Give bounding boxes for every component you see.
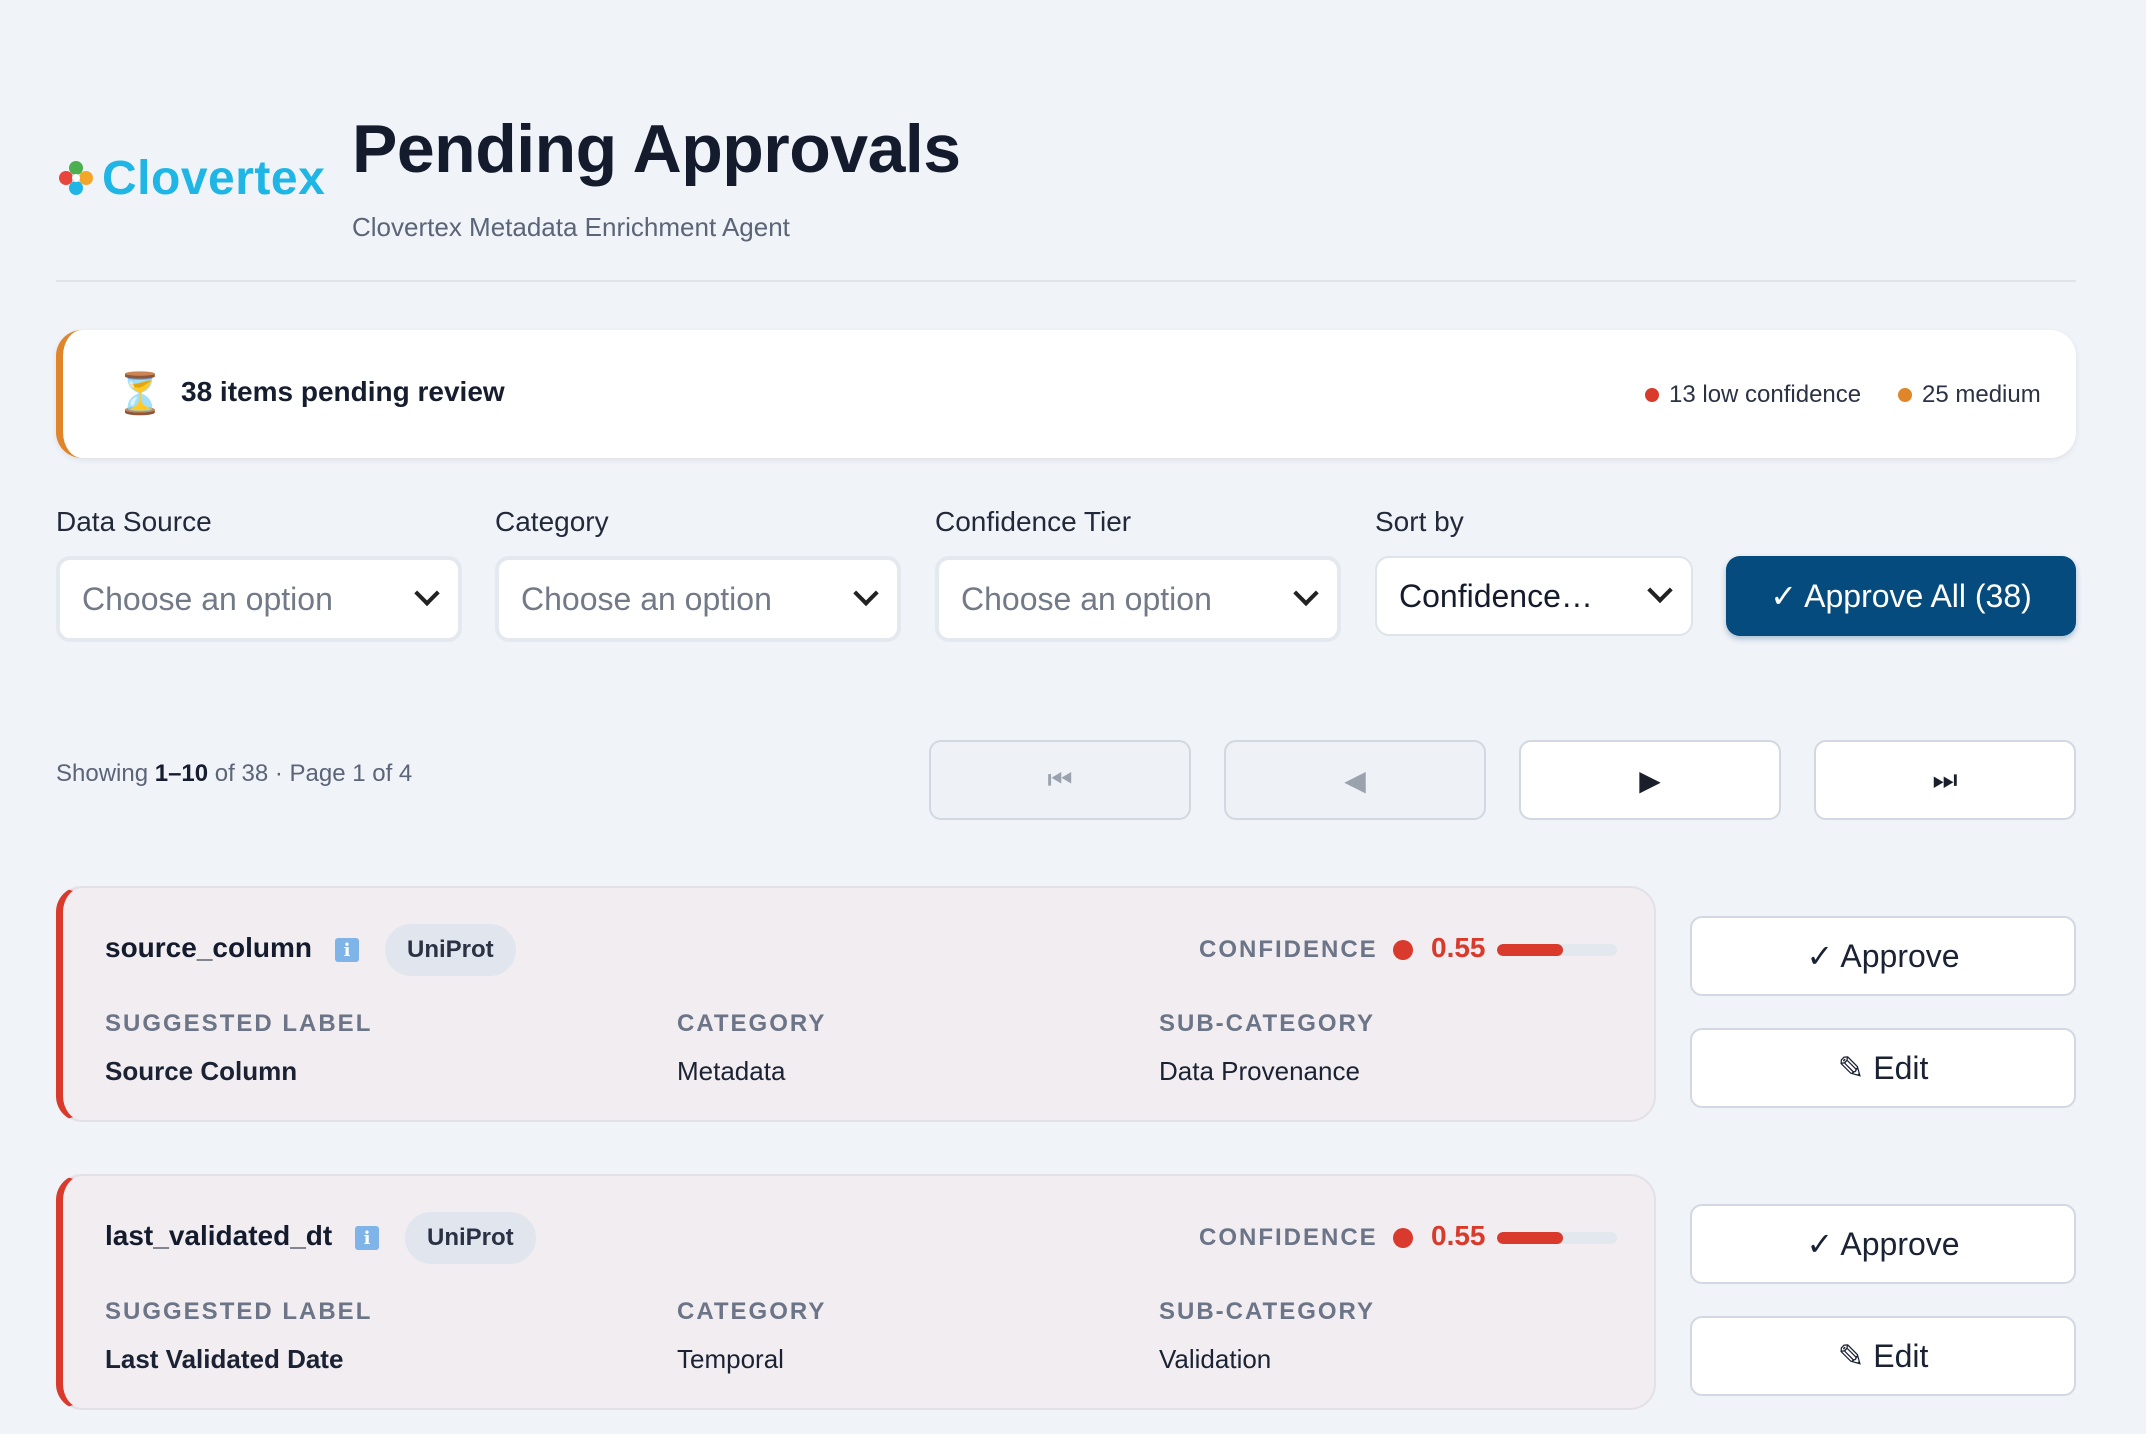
showing-suffix: of 38 · Page 1 of 4 [208, 760, 413, 787]
category-label: Category [495, 506, 609, 537]
sort-by-label: Sort by [1375, 506, 1464, 537]
brand-logo: Clovertex [56, 150, 325, 206]
first-page-button[interactable]: ⏮ [929, 740, 1191, 820]
confidence-tier-label: Confidence Tier [935, 506, 1132, 537]
next-icon: ▶ [1639, 764, 1661, 796]
category-value: Temporal [677, 1344, 784, 1374]
pending-summary-banner: ⏳ 38 items pending review 13 low confide… [56, 330, 2076, 458]
category-select[interactable]: Choose an option [495, 556, 901, 642]
field-name: last_validated_dt [105, 1220, 333, 1251]
suggested-label-value: Source Column [105, 1056, 298, 1086]
previous-icon: ◀ [1344, 764, 1366, 796]
showing-range: 1–10 [154, 760, 209, 787]
confidence-tier-value: Choose an option [961, 580, 1212, 617]
header-divider [56, 280, 2076, 282]
showing-prefix: Showing [56, 760, 155, 787]
confidence-bar-fill [1497, 1232, 1563, 1244]
data-source-label: Data Source [56, 506, 212, 537]
skip-last-icon: ⏭ [1932, 763, 1958, 795]
next-page-button[interactable]: ▶ [1519, 740, 1781, 820]
confidence-bar [1497, 1232, 1617, 1244]
low-confidence-label: 13 low confidence [1669, 381, 1862, 408]
data-source-select[interactable]: Choose an option [56, 556, 462, 642]
pending-count-text: 38 items pending review [181, 376, 505, 407]
approve-button[interactable]: ✓ Approve [1690, 916, 2076, 996]
source-badge: UniProt [385, 924, 516, 976]
page-title: Pending Approvals [352, 111, 961, 187]
field-name: source_column [105, 932, 312, 963]
confidence-dot [1393, 940, 1413, 960]
info-icon[interactable]: i [355, 1226, 379, 1250]
category-heading: CATEGORY [677, 1010, 827, 1037]
edit-button[interactable]: ✎ Edit [1690, 1316, 2076, 1396]
sub-category-value: Validation [1159, 1344, 1272, 1374]
sort-by-select[interactable]: Confidence… [1375, 556, 1693, 636]
source-badge: UniProt [405, 1212, 536, 1264]
approve-button[interactable]: ✓ Approve [1690, 1204, 2076, 1284]
category-heading: CATEGORY [677, 1298, 827, 1325]
suggested-label-value: Last Validated Date [105, 1344, 344, 1374]
confidence-tier-select[interactable]: Choose an option [935, 556, 1341, 642]
medium-confidence-legend: 25 medium [1898, 381, 2041, 409]
chevron-down-icon [853, 580, 879, 607]
low-confidence-dot [1645, 388, 1659, 402]
confidence-label: CONFIDENCE [1199, 936, 1378, 963]
previous-page-button[interactable]: ◀ [1224, 740, 1486, 820]
skip-first-icon: ⏮ [1047, 763, 1073, 795]
sub-category-value: Data Provenance [1159, 1056, 1360, 1086]
medium-confidence-dot [1898, 388, 1912, 402]
chevron-down-icon [414, 580, 440, 607]
suggested-label-heading: SUGGESTED LABEL [105, 1010, 373, 1037]
last-page-button[interactable]: ⏭ [1814, 740, 2076, 820]
confidence-label: CONFIDENCE [1199, 1224, 1378, 1251]
suggested-label-heading: SUGGESTED LABEL [105, 1298, 373, 1325]
pagination-summary: Showing 1–10 of 38 · Page 1 of 4 [56, 760, 412, 788]
confidence-value: 0.55 [1431, 932, 1486, 963]
category-value: Metadata [677, 1056, 786, 1086]
logo-text: Clovertex [102, 151, 326, 205]
approval-card: last_validated_dt i UniProt CONFIDENCE 0… [56, 1174, 1656, 1410]
clover-icon [59, 161, 93, 195]
page-subtitle: Clovertex Metadata Enrichment Agent [352, 212, 790, 242]
chevron-down-icon [1293, 580, 1319, 607]
approve-all-button[interactable]: ✓ Approve All (38) [1726, 556, 2076, 636]
confidence-value: 0.55 [1431, 1220, 1486, 1251]
sort-by-value: Confidence… [1399, 577, 1593, 614]
info-icon[interactable]: i [335, 938, 359, 962]
sub-category-heading: SUB-CATEGORY [1159, 1010, 1375, 1037]
low-confidence-legend: 13 low confidence [1645, 381, 1861, 409]
data-source-value: Choose an option [82, 580, 333, 617]
confidence-bar [1497, 944, 1617, 956]
hourglass-icon: ⏳ [115, 372, 165, 416]
confidence-bar-fill [1497, 944, 1563, 956]
edit-button[interactable]: ✎ Edit [1690, 1028, 2076, 1108]
category-value: Choose an option [521, 580, 772, 617]
medium-confidence-label: 25 medium [1922, 381, 2041, 408]
approval-card: source_column i UniProt CONFIDENCE 0.55 … [56, 886, 1656, 1122]
chevron-down-icon [1647, 577, 1673, 604]
sub-category-heading: SUB-CATEGORY [1159, 1298, 1375, 1325]
confidence-dot [1393, 1228, 1413, 1248]
